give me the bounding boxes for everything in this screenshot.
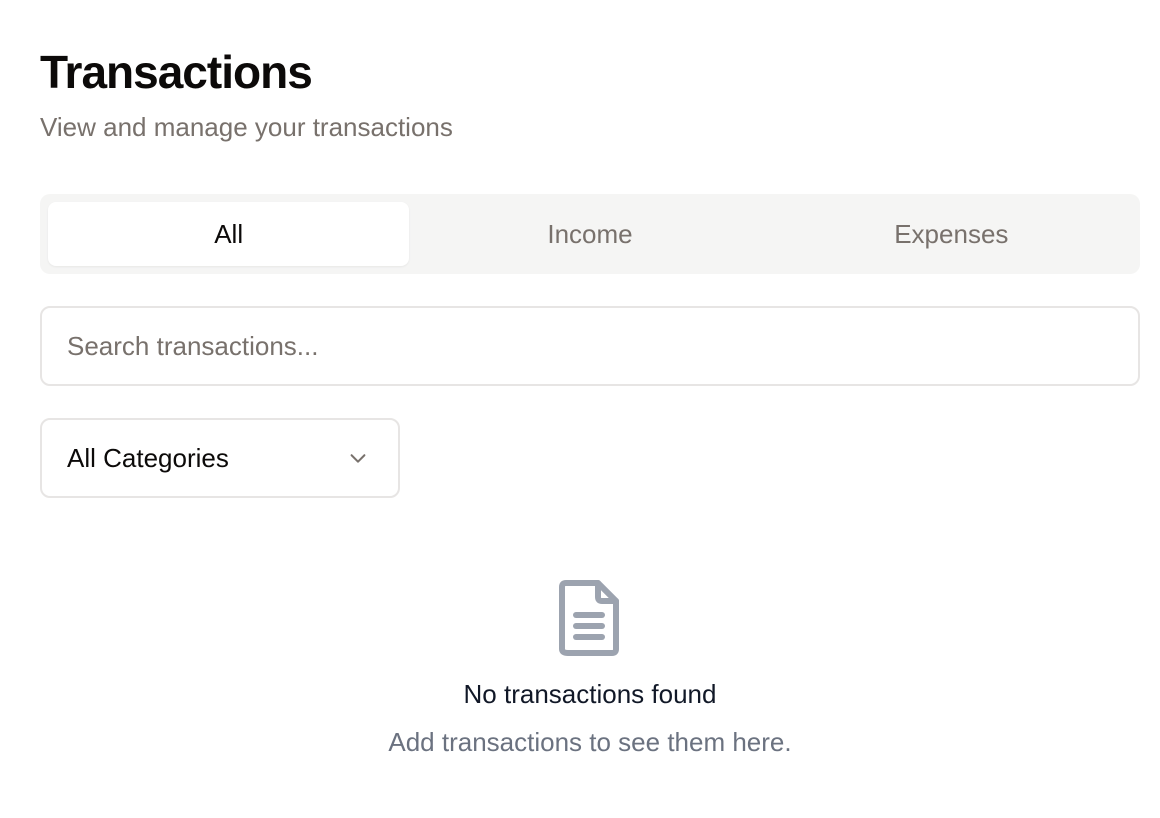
page-subtitle: View and manage your transactions xyxy=(40,112,453,142)
search-input[interactable] xyxy=(67,330,1113,362)
page-title: Transactions xyxy=(40,46,313,98)
tab-expenses[interactable]: Expenses xyxy=(771,202,1132,266)
empty-state: No transactions found Add transactions t… xyxy=(40,578,1140,758)
category-select-value: All Categories xyxy=(67,442,229,473)
chevron-down-icon xyxy=(346,446,370,470)
tab-income[interactable]: Income xyxy=(409,202,770,266)
empty-state-title: No transactions found xyxy=(463,679,717,709)
empty-state-description: Add transactions to see them here. xyxy=(388,727,792,757)
transaction-type-tabs: All Income Expenses xyxy=(40,194,1140,274)
document-icon xyxy=(550,578,630,658)
category-select[interactable]: All Categories xyxy=(40,418,400,498)
search-box xyxy=(40,306,1140,386)
tab-all[interactable]: All xyxy=(48,202,410,266)
